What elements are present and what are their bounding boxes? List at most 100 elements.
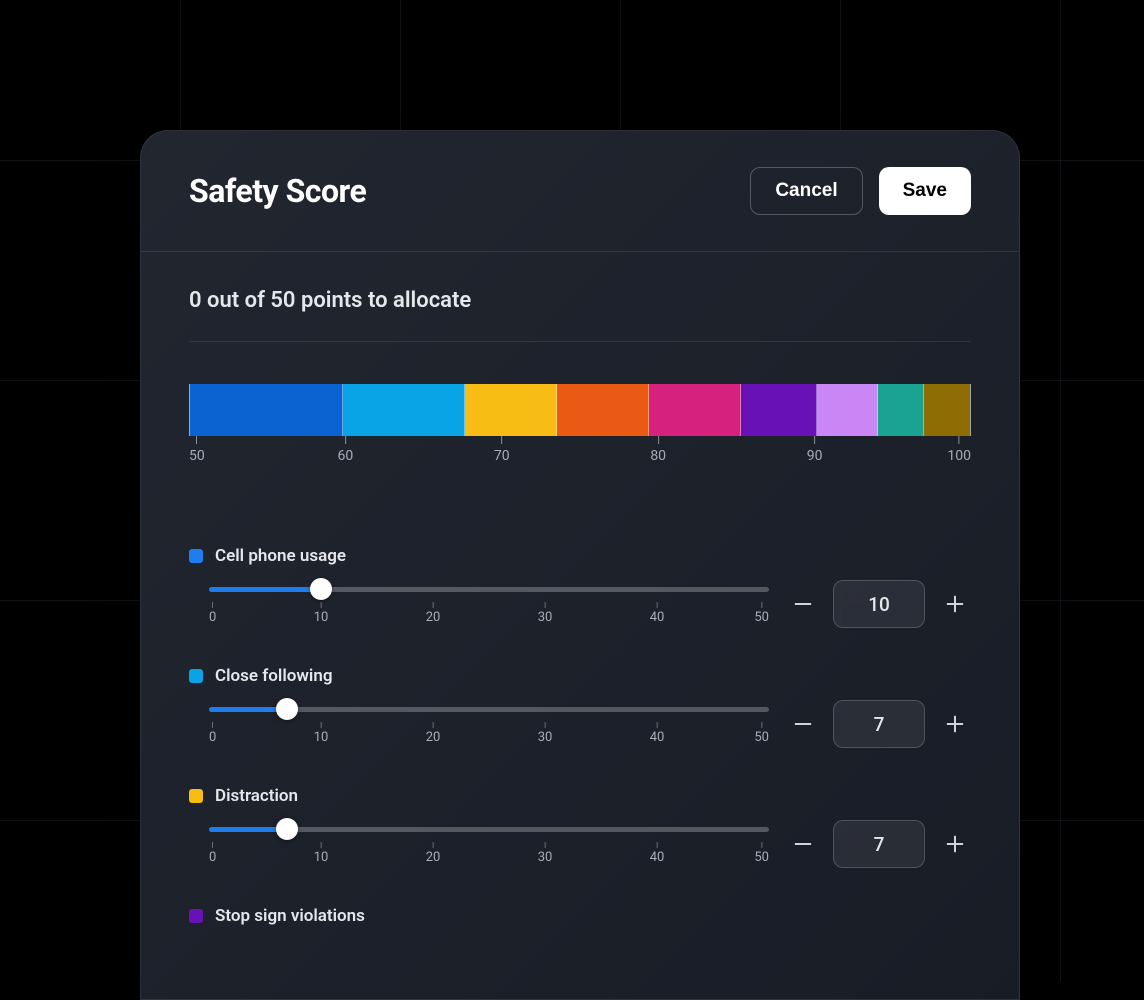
points-slider[interactable]: 0 10 20 30 40 50 [209,827,769,862]
category-controls: 0 10 20 30 40 50 7 [189,820,971,868]
color-bar-segment [190,384,343,436]
points-slider[interactable]: 0 10 20 30 40 50 [209,587,769,622]
save-button[interactable]: Save [879,167,971,215]
scale-tick: 90 [807,436,823,464]
quantity-stepper: 7 [787,700,971,748]
slider-tick: 0 [209,722,216,745]
color-bar-segment [878,384,924,436]
increment-button[interactable] [939,708,971,740]
category-controls: 0 10 20 30 40 50 10 [189,580,971,628]
slider-tick-label: 10 [314,610,329,625]
category-row: Close following 0 10 20 30 40 50 7 [189,666,971,748]
header-actions: Cancel Save [750,167,971,215]
slider-tick-label: 0 [209,730,216,745]
slider-tick-label: 40 [650,730,665,745]
slider-tick-label: 30 [538,730,553,745]
category-label: Distraction [215,786,298,806]
points-value[interactable]: 7 [833,820,925,868]
slider-ticks: 0 10 20 30 40 50 [209,722,769,742]
panel-body: 0 out of 50 points to allocate 506070809… [141,252,1019,926]
category-header: Cell phone usage [189,546,971,566]
slider-tick-label: 20 [426,850,441,865]
color-bar-segment [924,384,970,436]
points-value[interactable]: 7 [833,700,925,748]
scale-tick-label: 70 [494,448,510,464]
slider-tick: 30 [538,842,553,865]
scale-tick: 60 [338,436,354,464]
slider-tick-label: 50 [754,730,769,745]
increment-button[interactable] [939,828,971,860]
category-row: Cell phone usage 0 10 20 30 40 50 10 [189,546,971,628]
slider-tick: 50 [754,722,769,745]
slider-tick: 20 [426,722,441,745]
scale-tick: 70 [494,436,510,464]
plus-icon [944,713,966,735]
slider-thumb[interactable] [276,698,298,720]
cancel-button[interactable]: Cancel [750,167,862,215]
quantity-stepper: 10 [787,580,971,628]
slider-track [209,827,769,832]
scale-tick-label: 90 [807,448,823,464]
category-header: Stop sign violations [189,906,971,926]
scale-tick-label: 80 [650,448,666,464]
slider-tick: 40 [650,602,665,625]
slider-tick-label: 50 [754,610,769,625]
decrement-button[interactable] [787,828,819,860]
category-swatch [189,909,203,923]
points-slider[interactable]: 0 10 20 30 40 50 [209,707,769,742]
categories-list: Cell phone usage0102030405010Close follo… [189,546,971,926]
slider-tick: 20 [426,842,441,865]
slider-thumb[interactable] [310,578,332,600]
safety-score-panel: Safety Score Cancel Save 0 out of 50 poi… [140,130,1020,1000]
scale-tick-label: 60 [338,448,354,464]
category-row: Stop sign violations [189,906,971,926]
slider-tick: 50 [754,842,769,865]
color-bar-segment [465,384,557,436]
increment-button[interactable] [939,588,971,620]
color-bar-segment [557,384,649,436]
plus-icon [944,593,966,615]
color-bar-segments [189,384,971,436]
slider-ticks: 0 10 20 30 40 50 [209,602,769,622]
slider-ticks: 0 10 20 30 40 50 [209,842,769,862]
slider-tick-label: 30 [538,610,553,625]
color-bar-segment [649,384,741,436]
category-header: Close following [189,666,971,686]
minus-icon [792,833,814,855]
color-bar-segment [741,384,817,436]
allocation-summary: 0 out of 50 points to allocate [189,288,971,313]
category-controls: 0 10 20 30 40 50 7 [189,700,971,748]
minus-icon [792,713,814,735]
slider-tick: 30 [538,722,553,745]
scale-tick: 80 [650,436,666,464]
color-bar-segment [817,384,878,436]
slider-fill [209,587,321,592]
category-swatch [189,669,203,683]
points-value[interactable]: 10 [833,580,925,628]
category-header: Distraction [189,786,971,806]
slider-tick-label: 50 [754,850,769,865]
decrement-button[interactable] [787,708,819,740]
slider-track [209,587,769,592]
category-swatch [189,789,203,803]
slider-tick-label: 0 [209,610,216,625]
scale-tick: 50 [189,436,205,464]
decrement-button[interactable] [787,588,819,620]
plus-icon [944,833,966,855]
divider [189,341,971,342]
slider-tick: 40 [650,722,665,745]
slider-tick: 40 [650,842,665,865]
minus-icon [792,593,814,615]
allocation-color-bar: 50 60 70 80 90 100 [189,384,971,466]
slider-tick-label: 20 [426,610,441,625]
slider-tick-label: 40 [650,610,665,625]
slider-tick: 10 [314,722,329,745]
slider-tick: 0 [209,842,216,865]
slider-tick-label: 10 [314,850,329,865]
slider-tick-label: 30 [538,850,553,865]
slider-thumb[interactable] [276,818,298,840]
panel-header: Safety Score Cancel Save [141,131,1019,252]
category-label: Stop sign violations [215,906,365,926]
scale-tick-label: 100 [947,448,971,464]
quantity-stepper: 7 [787,820,971,868]
